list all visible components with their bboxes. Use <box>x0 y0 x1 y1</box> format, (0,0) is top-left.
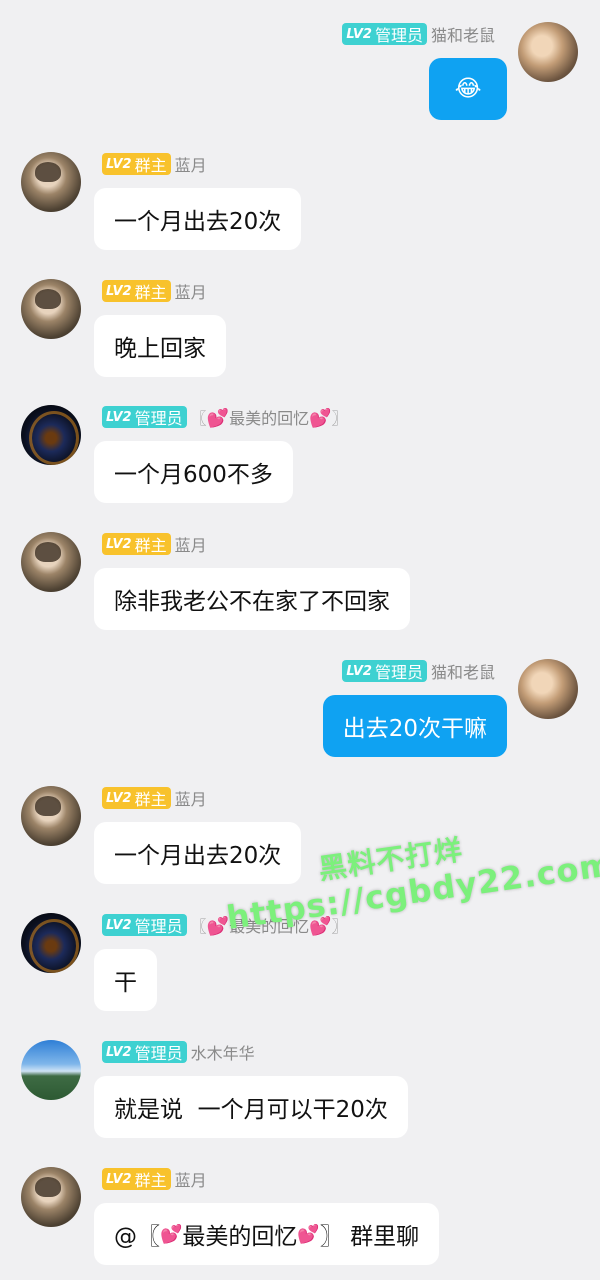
message-text: 干 <box>114 970 137 996</box>
role-badge: LV2 群主 <box>102 1168 171 1190</box>
role-badge: LV2 管理员 <box>102 914 187 936</box>
mention-name: 最美的回忆 <box>182 1224 298 1250</box>
heart-icon: 💕 <box>309 408 332 429</box>
role-badge: LV2 管理员 <box>342 660 427 682</box>
message-text: 晚上回家 <box>114 336 206 362</box>
sender-name[interactable]: 猫和老鼠 <box>431 22 495 46</box>
role-label: 群主 <box>134 536 167 555</box>
message-meta: LV2 管理员 猫和老鼠 <box>342 659 495 683</box>
message-meta: LV2 管理员 水木年华 <box>102 1040 255 1064</box>
role-badge: LV2 管理员 <box>342 23 427 45</box>
level-label: LV2 <box>106 790 132 806</box>
message-bubble[interactable]: 就是说 一个月可以干20次 <box>94 1076 408 1138</box>
message-meta: LV2 群主 蓝月 <box>102 152 207 176</box>
level-label: LV2 <box>106 1171 132 1187</box>
message-bubble[interactable]: 一个月600不多 <box>94 441 293 503</box>
level-label: LV2 <box>106 1044 132 1060</box>
avatar[interactable] <box>21 1040 81 1100</box>
role-label: 管理员 <box>134 917 183 936</box>
message-bubble[interactable]: 😂 <box>429 58 507 120</box>
role-badge: LV2 群主 <box>102 533 171 555</box>
message-bubble[interactable]: @〖 💕 最美的回忆 💕 〗 群里聊 <box>94 1203 440 1265</box>
message-meta: LV2 群主 蓝月 <box>102 786 207 810</box>
level-label: LV2 <box>106 536 132 552</box>
sender-name[interactable]: 水木年华 <box>191 1040 255 1064</box>
role-label: 管理员 <box>134 1044 183 1063</box>
avatar[interactable] <box>21 279 81 339</box>
avatar[interactable] <box>21 913 81 973</box>
sender-name[interactable]: 蓝月 <box>175 786 207 810</box>
role-label: 管理员 <box>374 663 423 682</box>
sender-name[interactable]: 蓝月 <box>175 1167 207 1191</box>
role-badge: LV2 管理员 <box>102 1041 187 1063</box>
sender-name[interactable]: 猫和老鼠 <box>431 659 495 683</box>
message-meta: LV2 管理员 〖💕最美的回忆💕〗 <box>102 405 348 429</box>
message-text: 〗 群里聊 <box>319 1224 420 1250</box>
level-label: LV2 <box>346 663 372 679</box>
sender-name[interactable]: 蓝月 <box>175 152 207 176</box>
level-label: LV2 <box>106 409 132 425</box>
sender-name[interactable]: 〖💕最美的回忆💕〗 <box>191 405 348 429</box>
message-text: 出去20次干嘛 <box>342 716 487 742</box>
sender-name-text: 最美的回忆 <box>229 409 310 428</box>
heart-icon: 💕 <box>160 1223 183 1245</box>
level-label: LV2 <box>346 26 372 42</box>
avatar[interactable] <box>518 659 578 719</box>
level-label: LV2 <box>106 156 132 172</box>
avatar[interactable] <box>21 152 81 212</box>
message-meta: LV2 群主 蓝月 <box>102 1167 207 1191</box>
avatar[interactable] <box>518 22 578 82</box>
message-text: 一个月600不多 <box>114 462 273 488</box>
message-bubble[interactable]: 出去20次干嘛 <box>322 695 507 757</box>
avatar[interactable] <box>21 405 81 465</box>
role-label: 群主 <box>134 283 167 302</box>
message-bubble[interactable]: 晚上回家 <box>94 315 226 377</box>
role-label: 群主 <box>134 156 167 175</box>
message-meta: LV2 群主 蓝月 <box>102 532 207 556</box>
heart-icon: 💕 <box>206 916 230 937</box>
bracket-open: 〖 <box>190 409 207 428</box>
message-bubble[interactable]: 除非我老公不在家了不回家 <box>94 568 410 630</box>
message-bubble[interactable]: 一个月出去20次 <box>94 188 302 250</box>
role-label: 群主 <box>134 1171 167 1190</box>
role-label: 群主 <box>134 790 167 809</box>
level-label: LV2 <box>106 917 132 933</box>
avatar[interactable] <box>21 786 81 846</box>
sender-name[interactable]: 蓝月 <box>175 532 207 556</box>
avatar[interactable] <box>21 1167 81 1227</box>
message-meta: LV2 群主 蓝月 <box>102 279 207 303</box>
message-meta: LV2 管理员 猫和老鼠 <box>342 22 495 46</box>
role-badge: LV2 群主 <box>102 280 171 302</box>
message-text: 一个月出去20次 <box>114 209 282 235</box>
avatar[interactable] <box>21 532 81 592</box>
message-text: 一个月出去20次 <box>114 843 282 869</box>
emoji-laugh-icon: 😂 <box>454 76 482 102</box>
mention-prefix: @〖 <box>114 1224 160 1250</box>
sender-name[interactable]: 蓝月 <box>175 279 207 303</box>
bracket-open: 〖 <box>190 917 207 936</box>
message-text: 就是说 一个月可以干20次 <box>114 1097 388 1123</box>
message-bubble[interactable]: 干 <box>94 949 157 1011</box>
message-bubble[interactable]: 一个月出去20次 <box>94 822 302 884</box>
bracket-close: 〗 <box>331 409 348 428</box>
chat-window: LV2 管理员 猫和老鼠 😂 LV2 群主 蓝月 一个月出去20次 LV2 群主 蓝月… <box>0 0 600 1280</box>
level-label: LV2 <box>106 283 132 299</box>
heart-icon: 💕 <box>206 408 230 429</box>
role-badge: LV2 群主 <box>102 153 171 175</box>
role-badge: LV2 管理员 <box>102 406 187 428</box>
message-text: 除非我老公不在家了不回家 <box>114 589 390 615</box>
role-label: 管理员 <box>374 26 423 45</box>
role-label: 管理员 <box>134 409 183 428</box>
role-badge: LV2 群主 <box>102 787 171 809</box>
heart-icon: 💕 <box>297 1223 320 1245</box>
